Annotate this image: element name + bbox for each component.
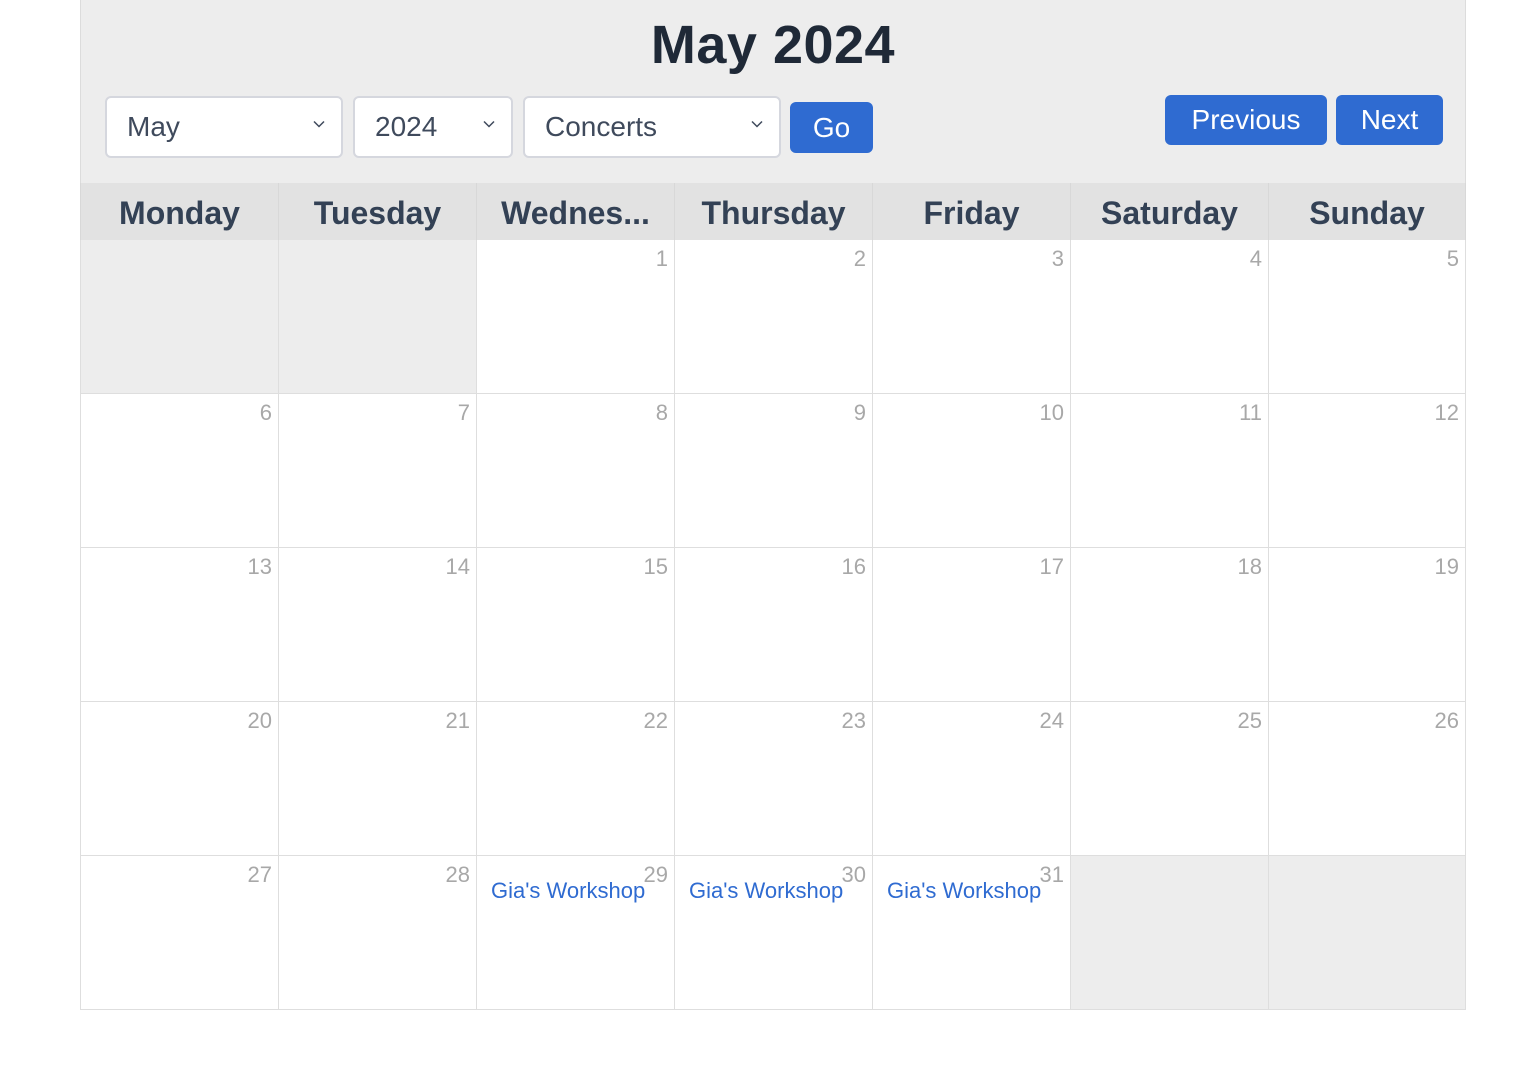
day-cell[interactable]: 19 — [1268, 548, 1466, 702]
day-cell[interactable]: 28 — [278, 856, 476, 1010]
day-number: 10 — [1039, 400, 1064, 425]
day-number: 9 — [853, 400, 866, 425]
week-row: 27 28 29 Gia's Workshop 30 Gia's Workshop 31 Gi… — [80, 856, 1466, 1010]
event-link[interactable]: Gia's Workshop — [491, 878, 663, 904]
chevron-down-icon — [483, 120, 495, 128]
year-select-value: 2024 — [375, 111, 438, 142]
week-row: 1 2 3 4 5 — [80, 240, 1466, 394]
week-row: 20 21 22 23 24 25 26 — [80, 702, 1466, 856]
day-number: 6 — [259, 400, 272, 425]
weekday-header: Thursday — [674, 183, 872, 240]
day-number: 12 — [1434, 400, 1459, 425]
day-number: 22 — [643, 708, 668, 733]
day-number: 17 — [1039, 554, 1064, 579]
day-number: 14 — [445, 554, 470, 579]
day-number: 16 — [841, 554, 866, 579]
day-number: 23 — [841, 708, 866, 733]
day-cell[interactable]: 9 — [674, 394, 872, 548]
day-cell[interactable]: 16 — [674, 548, 872, 702]
day-number: 15 — [643, 554, 668, 579]
weekday-header: Tuesday — [278, 183, 476, 240]
day-cell[interactable]: 8 — [476, 394, 674, 548]
day-number: 25 — [1237, 708, 1262, 733]
day-cell[interactable]: 3 — [872, 240, 1070, 394]
day-cell[interactable]: 1 — [476, 240, 674, 394]
week-row: 6 7 8 9 10 11 12 — [80, 394, 1466, 548]
weekday-header: Sunday — [1268, 183, 1466, 240]
day-cell[interactable]: 2 — [674, 240, 872, 394]
day-number: 13 — [247, 554, 272, 579]
category-select-value: Concerts — [545, 111, 658, 142]
day-cell[interactable]: 23 — [674, 702, 872, 856]
day-number: 5 — [1446, 246, 1459, 271]
day-cell[interactable]: 21 — [278, 702, 476, 856]
weekday-header: Friday — [872, 183, 1070, 240]
event-link[interactable]: Gia's Workshop — [887, 878, 1059, 904]
day-number: 3 — [1051, 246, 1064, 271]
day-number: 28 — [445, 862, 470, 887]
day-cell[interactable]: 5 — [1268, 240, 1466, 394]
day-number: 18 — [1237, 554, 1262, 579]
chevron-down-icon — [751, 120, 763, 128]
next-button[interactable]: Next — [1336, 95, 1443, 145]
page-title: May 2024 — [650, 15, 896, 75]
empty-day-cell — [278, 240, 476, 394]
chevron-down-icon — [313, 120, 325, 128]
day-cell[interactable]: 12 — [1268, 394, 1466, 548]
day-cell[interactable]: 27 — [80, 856, 278, 1010]
day-cell[interactable]: 17 — [872, 548, 1070, 702]
day-cell[interactable]: 25 — [1070, 702, 1268, 856]
event-link[interactable]: Gia's Workshop — [689, 878, 861, 904]
day-cell[interactable]: 31 Gia's Workshop — [872, 856, 1070, 1010]
day-cell[interactable]: 7 — [278, 394, 476, 548]
day-number: 26 — [1434, 708, 1459, 733]
day-cell[interactable]: 29 Gia's Workshop — [476, 856, 674, 1010]
day-number: 4 — [1249, 246, 1262, 271]
empty-day-cell — [1070, 856, 1268, 1010]
day-cell[interactable]: 14 — [278, 548, 476, 702]
calendar-header: May 2024 May 2024 Concerts Go Previous N… — [80, 0, 1466, 183]
weekday-header: Saturday — [1070, 183, 1268, 240]
day-cell[interactable]: 13 — [80, 548, 278, 702]
day-number: 20 — [247, 708, 272, 733]
day-cell[interactable]: 24 — [872, 702, 1070, 856]
day-cell[interactable]: 6 — [80, 394, 278, 548]
week-row: 13 14 15 16 17 18 19 — [80, 548, 1466, 702]
day-number: 21 — [445, 708, 470, 733]
month-select-value: May — [127, 111, 180, 142]
day-number: 8 — [655, 400, 668, 425]
go-button[interactable]: Go — [790, 102, 873, 153]
weekday-header-row: Monday Tuesday Wednes... Thursday Friday Satu… — [80, 183, 1466, 240]
year-select[interactable]: 2024 — [353, 96, 513, 158]
day-cell[interactable]: 26 — [1268, 702, 1466, 856]
day-cell[interactable]: 22 — [476, 702, 674, 856]
previous-button[interactable]: Previous — [1165, 95, 1327, 145]
day-cell[interactable]: 15 — [476, 548, 674, 702]
day-cell[interactable]: 10 — [872, 394, 1070, 548]
day-cell[interactable]: 4 — [1070, 240, 1268, 394]
day-cell[interactable]: 30 Gia's Workshop — [674, 856, 872, 1010]
day-cell[interactable]: 11 — [1070, 394, 1268, 548]
day-number: 19 — [1434, 554, 1459, 579]
empty-day-cell — [80, 240, 278, 394]
empty-day-cell — [1268, 856, 1466, 1010]
day-number: 27 — [247, 862, 272, 887]
weekday-header: Monday — [80, 183, 278, 240]
day-cell[interactable]: 20 — [80, 702, 278, 856]
day-number: 1 — [655, 246, 668, 271]
weekday-header: Wednes... — [476, 183, 674, 240]
month-select[interactable]: May — [105, 96, 343, 158]
calendar: May 2024 May 2024 Concerts Go Previous N… — [80, 0, 1466, 1010]
day-number: 2 — [853, 246, 866, 271]
calendar-grid: Monday Tuesday Wednes... Thursday Friday Satu… — [80, 183, 1466, 1010]
day-number: 11 — [1239, 400, 1262, 425]
day-cell[interactable]: 18 — [1070, 548, 1268, 702]
category-select[interactable]: Concerts — [523, 96, 781, 158]
day-number: 24 — [1039, 708, 1064, 733]
day-number: 7 — [457, 400, 470, 425]
